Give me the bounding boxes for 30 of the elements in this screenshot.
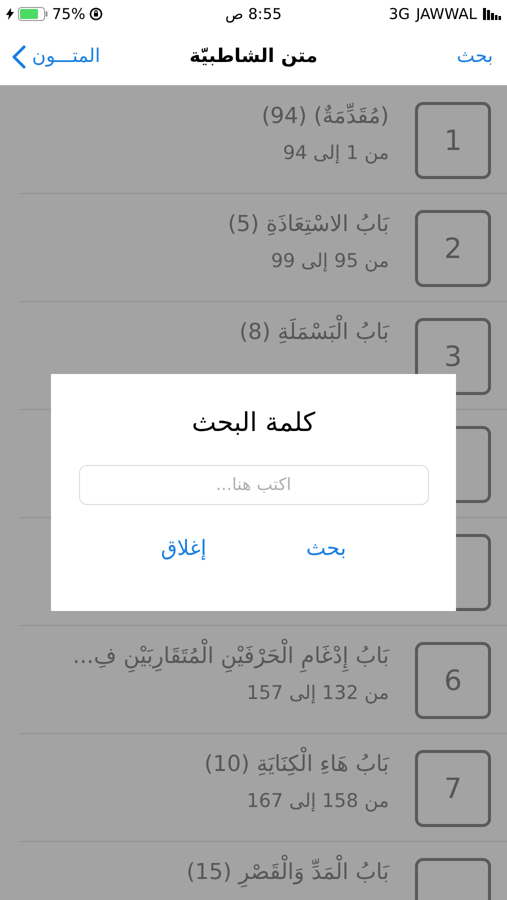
number-box: 6 (415, 642, 491, 719)
chapter-title: بَابُ إِدْغَامِ الْحَرْفَيْنِ الْمُتَقَارِبَيْنِ فِ... (72, 640, 389, 673)
battery-percent: 75% (52, 4, 86, 25)
chapter-title: (مُقَدِّمَةٌ) (94) (262, 102, 389, 131)
number-box: 1 (415, 102, 491, 179)
verse-range: من 1 إلى 94 (283, 141, 389, 166)
charging-icon (6, 8, 14, 20)
chapter-title: بَابُ الْبَسْمَلَةِ (8) (239, 316, 389, 349)
search-button[interactable]: بحث (345, 42, 495, 71)
chevron-left-icon (12, 44, 26, 68)
chapter-title: بَابُ هَاءِ الْكِنَايَةِ (10) (204, 748, 389, 781)
signal-icon (483, 8, 501, 20)
back-button[interactable]: المتـــون (12, 42, 162, 71)
dialog-button[interactable]: إغلاق (150, 533, 216, 564)
rotation-lock-icon (89, 7, 104, 21)
verse-range: من 132 إلى 157 (246, 681, 389, 706)
verse-range: من 95 إلى 99 (270, 249, 389, 274)
chapter-title: بَابُ الاسْتِعَاذَةِ (5) (228, 211, 389, 239)
screen-title: متن الشاطبيّة (188, 44, 319, 70)
chapter-title: بَابُ الْمَدِّ وَالْقَصْرِ (15) (186, 856, 389, 889)
dialog-title: كلمة البحث (192, 407, 316, 440)
network-type: 3G (388, 4, 410, 25)
number-box: 7 (415, 750, 491, 827)
search-field[interactable]: اكتب هنا... (78, 465, 428, 505)
dialog-button[interactable]: بحث (296, 533, 356, 564)
number-box: 2 (415, 210, 491, 287)
carrier-name: JAWWAL (416, 4, 477, 25)
verse-range: من 158 إلى 167 (246, 789, 389, 814)
clock: 8:55 ص (224, 4, 283, 25)
battery-icon (18, 7, 48, 21)
